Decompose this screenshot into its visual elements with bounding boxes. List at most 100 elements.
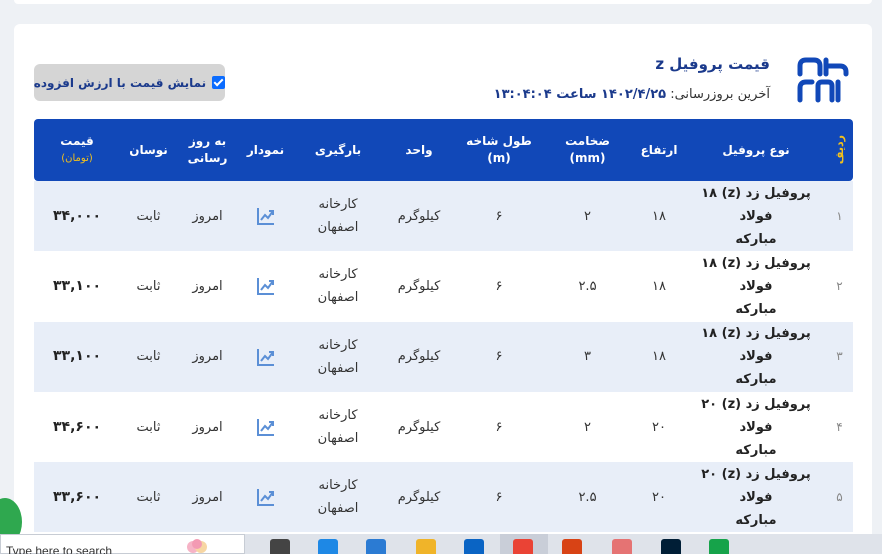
price-table: ردیف نوع پروفیل ارتفاع ضخامت (mm) طول شا… <box>34 119 853 533</box>
row-length: ۶ <box>495 349 503 365</box>
page-title: قیمت پروفیل z <box>655 55 770 73</box>
header-price: قیمت (تومان) <box>34 119 120 181</box>
row-loading: کارخانه اصفهان <box>293 251 383 321</box>
vat-toggle[interactable]: نمایش قیمت با ارزش افزوده <box>33 64 226 101</box>
row-oscillation: ثابت <box>136 278 161 294</box>
row-height: ۱۸ <box>652 349 666 365</box>
row-chart[interactable] <box>238 251 293 321</box>
row-loading-l2: اصفهان <box>317 431 359 447</box>
edge-icon[interactable] <box>318 539 338 554</box>
row-updated: امروز <box>192 489 223 505</box>
row-thickness: ۳ <box>584 349 591 365</box>
header-type: نوع پروفیل <box>722 142 790 157</box>
row-type-l1: پروفیل زد (z) ۱۸ فولاد <box>701 255 811 294</box>
row-unit: کیلوگرم <box>397 419 441 435</box>
row-thickness: ۲.۵ <box>578 489 597 505</box>
row-thickness: ۲.۵ <box>578 278 597 294</box>
table-row: ۱ پروفیل زد (z) ۱۸ فولاد مبارکه ۱۸ ۲ ۶ کیلوگرم… <box>34 181 853 252</box>
header-loading: بارگیری <box>314 142 362 157</box>
header-unit: واحد <box>405 142 433 157</box>
store-icon[interactable] <box>366 539 386 554</box>
row-idx: ۲ <box>836 278 843 293</box>
row-updated: امروز <box>192 419 223 435</box>
row-updated: امروز <box>192 278 223 294</box>
header-length: طول شاخه (m) <box>455 119 543 181</box>
header-idx: ردیف <box>826 119 853 181</box>
row-type-l2: مبارکه <box>735 442 777 458</box>
row-type-l1: پروفیل زد (z) ۱۸ فولاد <box>701 326 811 365</box>
row-chart[interactable] <box>238 392 293 462</box>
header-chart: نمودار <box>246 142 285 157</box>
row-loading-l1: کارخانه <box>318 478 358 494</box>
row-loading-l1: کارخانه <box>318 337 358 353</box>
table-header: ردیف نوع پروفیل ارتفاع ضخامت (mm) طول شا… <box>34 119 853 181</box>
taskbar-search-text: Type here to search <box>6 544 113 554</box>
row-price: ۳۴,۶۰۰ <box>52 418 102 435</box>
row-updated: امروز <box>192 349 223 365</box>
last-update-label: آخرین بروزرسانی: <box>670 87 770 102</box>
row-chart[interactable] <box>238 462 293 532</box>
row-loading: کارخانه اصفهان <box>293 181 383 251</box>
chart-trend-icon[interactable] <box>256 487 276 507</box>
chart-trend-icon[interactable] <box>256 417 276 437</box>
row-type: پروفیل زد (z) ۱۸ فولاد مبارکه <box>686 181 826 251</box>
header-updated: به روز رسانی <box>177 119 238 181</box>
row-idx: ۱ <box>836 208 843 223</box>
row-chart[interactable] <box>238 181 293 251</box>
row-idx: ۳ <box>836 349 843 364</box>
mail-icon[interactable] <box>464 539 484 554</box>
paint-icon[interactable] <box>612 539 632 554</box>
row-thickness: ۲ <box>584 419 591 435</box>
photoshop-icon[interactable] <box>661 539 681 554</box>
ice-cream-icon <box>187 539 207 553</box>
row-idx: ۴ <box>836 419 843 434</box>
file-explorer-icon[interactable] <box>416 539 436 554</box>
task-view-icon[interactable] <box>270 539 290 554</box>
row-chart[interactable] <box>238 322 293 392</box>
row-loading-l2: اصفهان <box>317 501 359 517</box>
header-height: ارتفاع <box>640 142 678 157</box>
top-card-edge <box>14 0 872 4</box>
vat-checkbox[interactable] <box>212 76 226 89</box>
row-height: ۱۸ <box>652 278 666 294</box>
row-idx: ۵ <box>836 489 843 504</box>
brand-logo <box>797 57 849 103</box>
chart-trend-icon[interactable] <box>256 206 276 226</box>
header-length-label: طول شاخه <box>466 134 532 148</box>
chrome-icon[interactable] <box>513 539 533 554</box>
row-loading: کارخانه اصفهان <box>293 322 383 392</box>
row-oscillation: ثابت <box>136 349 161 365</box>
row-loading-l1: کارخانه <box>318 197 358 213</box>
row-type: پروفیل زد (z) ۱۸ فولاد مبارکه <box>686 251 826 321</box>
taskbar-search[interactable]: Type here to search <box>0 534 245 554</box>
chart-trend-icon[interactable] <box>256 276 276 296</box>
row-length: ۶ <box>495 208 503 224</box>
header-updated-l1: به روز <box>188 134 227 148</box>
row-price: ۳۳,۱۰۰ <box>52 277 102 294</box>
row-oscillation: ثابت <box>136 208 161 224</box>
row-unit: کیلوگرم <box>397 278 441 294</box>
row-oscillation: ثابت <box>136 489 161 505</box>
table-row: ۲ پروفیل زد (z) ۱۸ فولاد مبارکه ۱۸ ۲.۵ ۶ کیلوگ… <box>34 251 853 321</box>
row-type-l1: پروفیل زد (z) ۱۸ فولاد <box>701 185 811 224</box>
chart-trend-icon[interactable] <box>256 347 276 367</box>
check-app-icon[interactable] <box>709 539 729 554</box>
price-card: قیمت پروفیل z آخرین بروزرسانی: ۱۴۰۲/۴/۲۵… <box>0 24 872 554</box>
last-update: آخرین بروزرسانی: ۱۴۰۲/۴/۲۵ ساعت ۱۳:۰۴:۰۴ <box>494 87 770 102</box>
row-type-l2: مبارکه <box>735 512 777 528</box>
row-loading: کارخانه اصفهان <box>293 392 383 462</box>
recorder-icon[interactable] <box>562 539 582 554</box>
row-price: ۳۳,۶۰۰ <box>52 488 102 505</box>
vat-toggle-label: نمایش قیمت با ارزش افزوده <box>33 75 207 90</box>
row-loading-l1: کارخانه <box>318 267 358 283</box>
table-row: ۳ پروفیل زد (z) ۱۸ فولاد مبارکه ۱۸ ۳ ۶ کیلوگرم… <box>34 321 853 392</box>
row-type-l2: مبارکه <box>735 301 777 317</box>
row-height: ۱۸ <box>652 208 666 224</box>
table-row: ۵ پروفیل زد (z) ۲۰ فولاد مبارکه ۲۰ ۲.۵ ۶ کیلوگ… <box>34 462 853 533</box>
taskbar: Type here to search <box>0 534 882 554</box>
table-body: ۱ پروفیل زد (z) ۱۸ فولاد مبارکه ۱۸ ۲ ۶ کیلوگرم… <box>34 181 853 533</box>
header-oscillation: نوسان <box>129 142 168 157</box>
row-loading-l2: اصفهان <box>317 220 359 236</box>
row-loading-l1: کارخانه <box>318 408 358 424</box>
table-row: ۴ پروفیل زد (z) ۲۰ فولاد مبارکه ۲۰ ۲ ۶ کیلوگرم… <box>34 392 853 462</box>
